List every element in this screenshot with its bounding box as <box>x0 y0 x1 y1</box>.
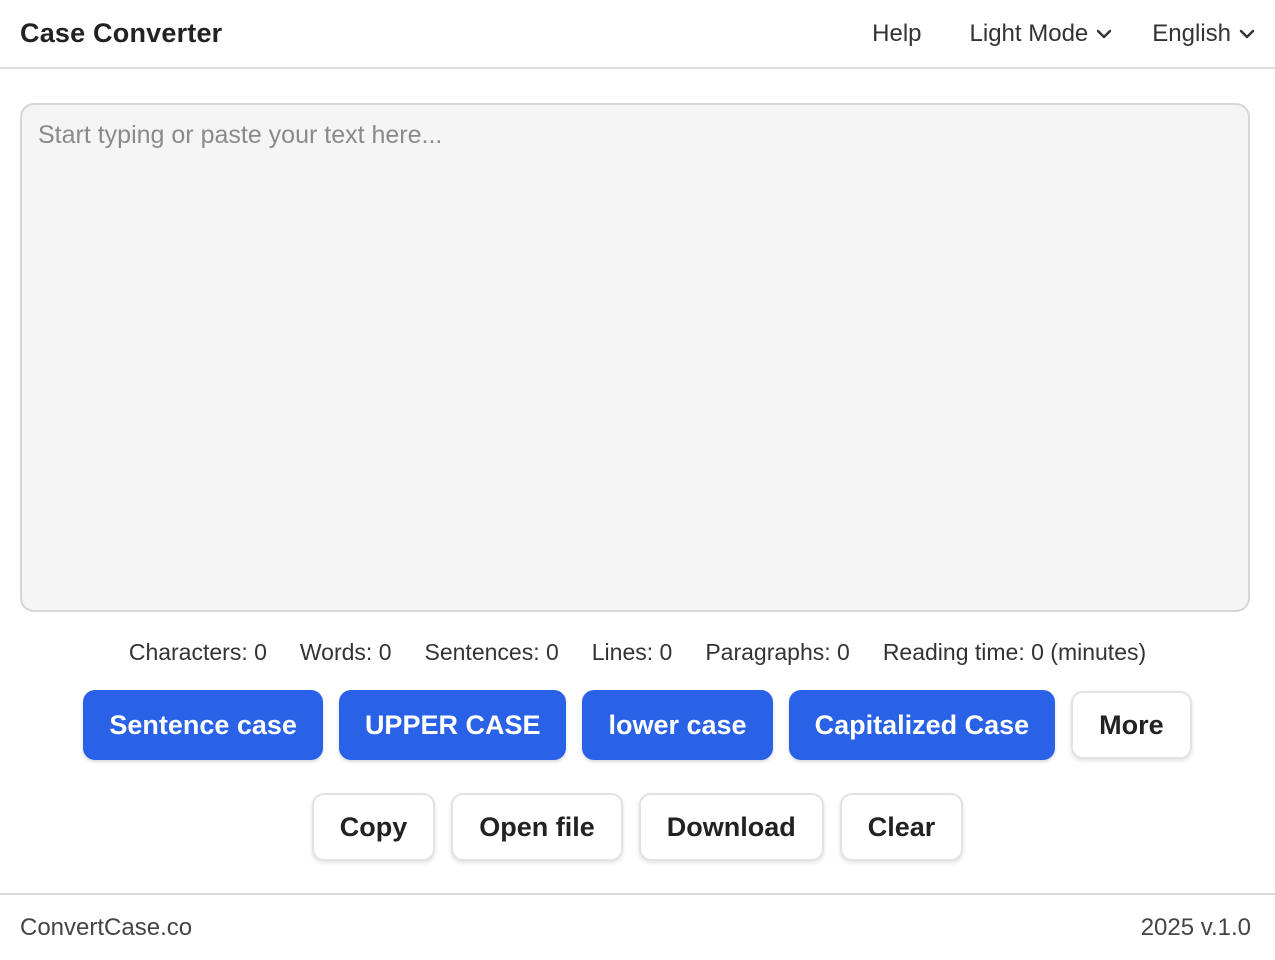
upper-case-button[interactable]: UPPER CASE <box>338 690 567 760</box>
language-dropdown[interactable]: English <box>1152 20 1255 48</box>
footer-brand: ConvertCase.co <box>20 913 193 941</box>
download-button[interactable]: Download <box>638 793 824 861</box>
app-title: Case Converter <box>20 18 223 48</box>
header: Case Converter Help Light Mode English <box>0 0 1275 69</box>
lower-case-button[interactable]: lower case <box>582 690 773 760</box>
case-buttons: Sentence case UPPER CASE lower case Capi… <box>0 690 1275 760</box>
top-nav: Help Light Mode English <box>872 20 1255 48</box>
capitalized-case-button[interactable]: Capitalized Case <box>788 690 1056 760</box>
open-file-button[interactable]: Open file <box>451 793 623 861</box>
language-label: English <box>1152 19 1231 47</box>
stat-paragraphs: Paragraphs: 0 <box>705 638 850 665</box>
action-buttons: Copy Open file Download Clear <box>0 793 1275 861</box>
footer: ConvertCase.co 2025 v.1.0 <box>0 893 1275 960</box>
theme-label: Light Mode <box>969 19 1089 47</box>
chevron-down-icon <box>1239 29 1255 38</box>
sentence-case-button[interactable]: Sentence case <box>83 690 323 760</box>
copy-button[interactable]: Copy <box>311 793 436 861</box>
stat-words: Words: 0 <box>299 638 392 665</box>
chevron-down-icon <box>1097 29 1112 38</box>
help-label: Help <box>872 19 922 47</box>
stat-characters: Characters: 0 <box>128 638 267 665</box>
stat-reading-time: Reading time: 0 (minutes) <box>882 638 1147 665</box>
stat-sentences: Sentences: 0 <box>424 638 559 665</box>
footer-version: 2025 v.1.0 <box>1140 913 1251 941</box>
stat-lines: Lines: 0 <box>591 638 673 665</box>
text-input-area[interactable] <box>20 103 1250 612</box>
text-stats: Characters: 0 Words: 0 Sentences: 0 Line… <box>0 632 1275 672</box>
clear-button[interactable]: Clear <box>839 793 964 861</box>
help-link[interactable]: Help <box>872 20 921 48</box>
more-button[interactable]: More <box>1071 691 1192 759</box>
theme-dropdown[interactable]: Light Mode <box>970 20 1113 48</box>
